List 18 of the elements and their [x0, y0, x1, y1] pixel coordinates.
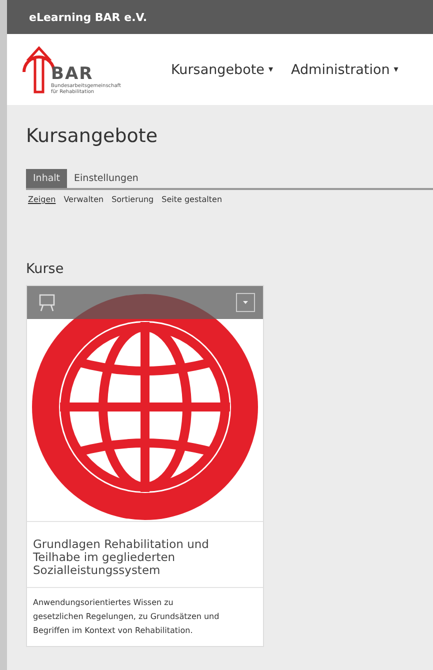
subnav-link[interactable]: Verwalten [64, 195, 104, 204]
dropdown-button[interactable] [236, 293, 255, 312]
presentation-icon [39, 294, 55, 312]
section-title: Kurse [26, 261, 65, 277]
subnav-link[interactable]: Seite gestalten [162, 195, 222, 204]
nav-menu[interactable]: Kursangebote ▾ [171, 62, 273, 78]
site-title: eLearning BAR e.V. [29, 10, 148, 24]
page-title: Kursangebote [26, 125, 159, 147]
subnav-link[interactable]: Sortierung [112, 195, 154, 204]
caret-icon [243, 301, 248, 304]
course-card[interactable]: Grundlagen Rehabilitation und Teilhabe im gegliederten Sozialleistungssystem Anwendungsorientiertes Wissen zu gesetzlichen Regelungen, zu Grundsätzen und Begriffen im Kontext von Rehabilitation. [26, 285, 264, 647]
subnav-link[interactable]: Zeigen [28, 195, 56, 204]
course-description: Anwendungsorientiertes Wissen zu gesetzlichen Regelungen, zu Grundsätzen und Begriffen im Kontext von Rehabilitation. [27, 587, 263, 646]
nav-menu[interactable]: Administration ▾ [290, 62, 398, 78]
tab[interactable]: Einstellungen [67, 169, 146, 188]
logo-name: BAR [51, 66, 94, 82]
tab[interactable]: Inhalt [26, 169, 68, 188]
course-title[interactable]: Grundlagen Rehabilitation und Teilhabe im gegliederten Sozialleistungssystem [27, 521, 263, 587]
